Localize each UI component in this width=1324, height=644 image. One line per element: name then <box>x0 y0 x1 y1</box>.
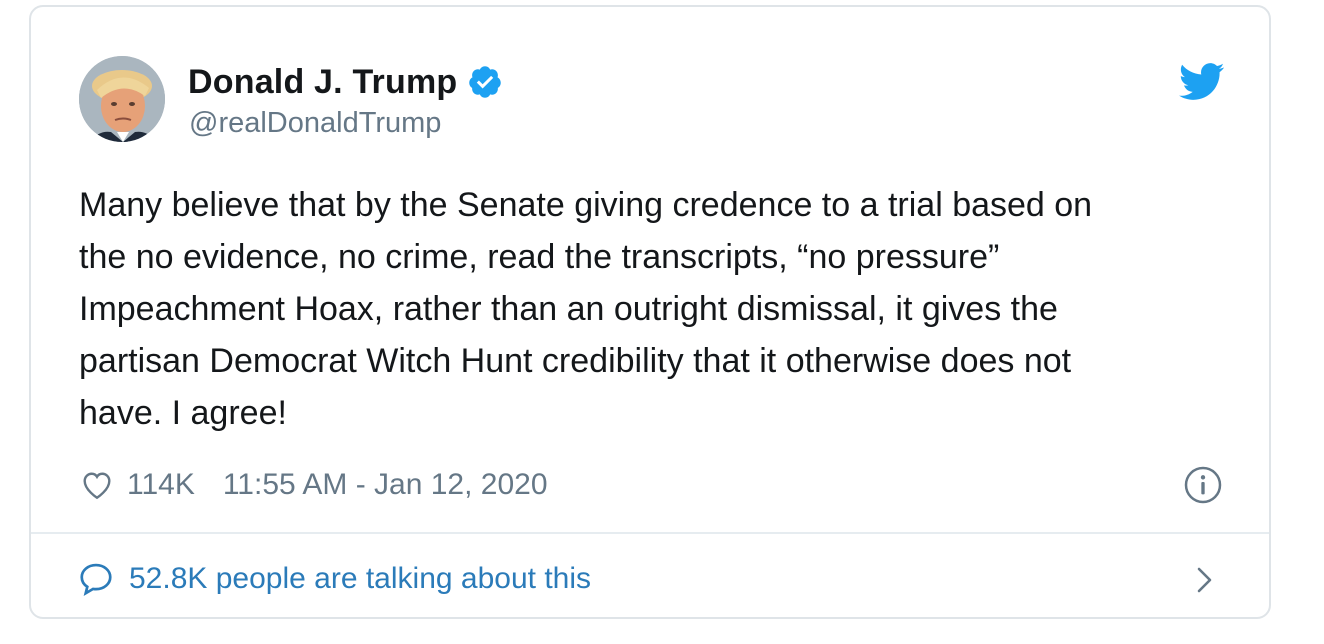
twitter-bird-icon[interactable] <box>1178 62 1225 102</box>
avatar[interactable] <box>79 56 165 142</box>
tweet-card: Donald J. Trump @realDonaldTrump Many be… <box>29 5 1271 619</box>
author-handle[interactable]: @realDonaldTrump <box>189 107 441 140</box>
info-icon[interactable] <box>1183 465 1223 505</box>
tweet-text: Many believe that by the Senate giving c… <box>79 186 1093 432</box>
author-name-row[interactable]: Donald J. Trump <box>188 60 503 104</box>
divider <box>31 532 1269 534</box>
verified-badge-icon <box>467 64 503 100</box>
heart-icon[interactable] <box>79 467 115 503</box>
author-display-name[interactable]: Donald J. Trump <box>188 63 457 102</box>
like-count[interactable]: 114K <box>127 468 195 502</box>
tweet-timestamp[interactable]: 11:55 AM - Jan 12, 2020 <box>223 468 548 502</box>
tweet-meta-row: 114K 11:55 AM - Jan 12, 2020 <box>79 465 548 505</box>
conversation-link[interactable]: 52.8K people are talking about this <box>77 559 591 599</box>
speech-bubble-icon <box>77 560 115 598</box>
chevron-right-icon[interactable] <box>1193 563 1217 597</box>
conversation-count-text[interactable]: 52.8K people are talking about this <box>129 562 591 596</box>
